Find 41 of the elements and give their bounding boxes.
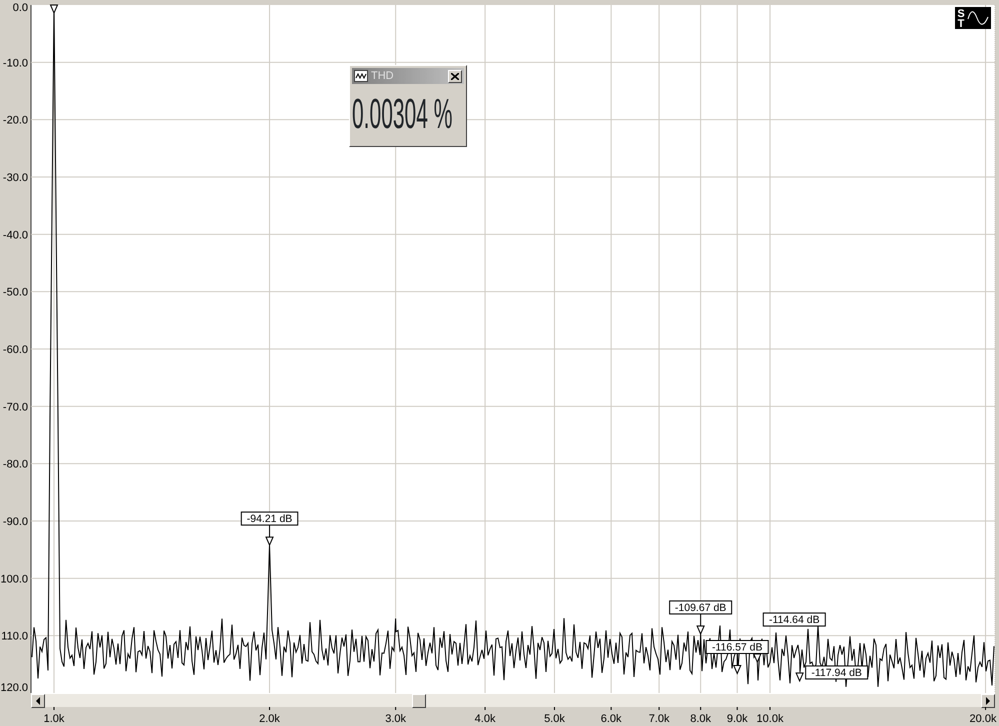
peak-label: -117.94 dB [795, 665, 868, 682]
left-arrow-icon [35, 697, 41, 705]
peak-label: -116.57 dB [706, 640, 769, 675]
scrollbar-track[interactable] [31, 693, 995, 707]
scrollbar-thumb[interactable] [412, 694, 426, 708]
peak-marker [50, 4, 58, 14]
y-axis-label: -90.0 [2, 516, 28, 528]
x-axis-label: 8.0k [690, 713, 711, 725]
peak-label: -94.21 dB [240, 512, 298, 546]
x-axis-label: 20.0k [970, 713, 996, 725]
scroll-left-button[interactable] [31, 694, 45, 708]
x-axis-label: 5.0k [544, 713, 565, 725]
y-axis-label: 100.0 [0, 573, 28, 586]
x-axis-label: 4.0k [474, 713, 496, 725]
y-axis-label: 0.0 [12, 2, 28, 14]
close-button[interactable] [448, 70, 462, 82]
y-axis-label: -10.0 [2, 57, 28, 70]
wave-icon [354, 70, 368, 82]
x-axis-label: 7.0k [648, 713, 670, 725]
x-axis-label: 6.0k [600, 713, 622, 725]
x-axis-label: 9.0k [726, 713, 748, 725]
y-axis-label: -50.0 [2, 286, 28, 299]
spectrum-mode-icon[interactable]: S T [955, 7, 991, 29]
x-axis-label: 10.0k [756, 713, 784, 725]
y-axis-label: -20.0 [2, 114, 28, 127]
y-axis-label: -30.0 [2, 172, 28, 184]
y-axis-label: -60.0 [2, 344, 28, 356]
x-axis-label: 1.0k [44, 713, 64, 725]
y-axis-label: -70.0 [2, 401, 28, 414]
peak-label: -109.67 dB [669, 600, 732, 636]
y-axis-label: -80.0 [2, 458, 28, 471]
x-axis-label: 3.0k [385, 713, 406, 725]
close-icon [451, 72, 459, 80]
y-axis-label: 110.0 [1, 630, 28, 643]
scroll-right-button[interactable] [981, 694, 995, 708]
x-axis-label: 2.0k [259, 713, 280, 725]
right-arrow-icon [985, 697, 991, 705]
thd-value: 0.00304 % [352, 90, 452, 138]
y-axis-label: -40.0 [2, 229, 28, 242]
y-axis-label: 120.0 [0, 682, 28, 693]
window-title: THD [371, 70, 395, 82]
